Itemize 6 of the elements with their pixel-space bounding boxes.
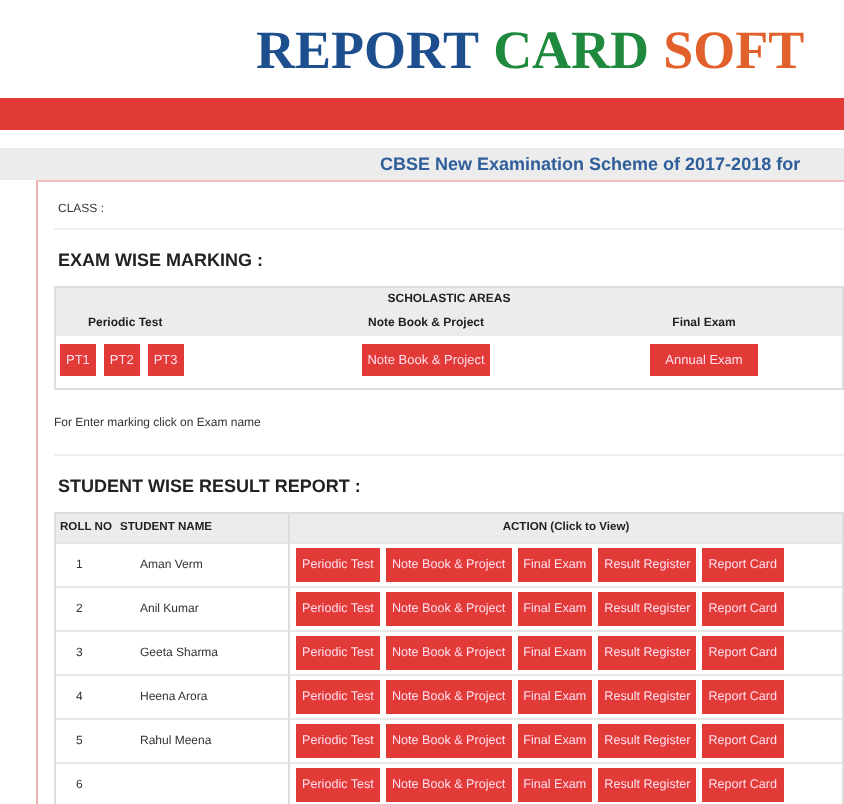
section-heading: EXAM WISE MARKING : [56,248,265,274]
title-word: SOFT [663,18,805,84]
title-word: REPORT [256,18,480,84]
section-heading: STUDENT WISE RESULT REPORT : [56,474,363,500]
scheme-title: CBSE New Examination Scheme of 2017-2018 for [380,154,801,174]
title-word: CARD [493,18,650,84]
